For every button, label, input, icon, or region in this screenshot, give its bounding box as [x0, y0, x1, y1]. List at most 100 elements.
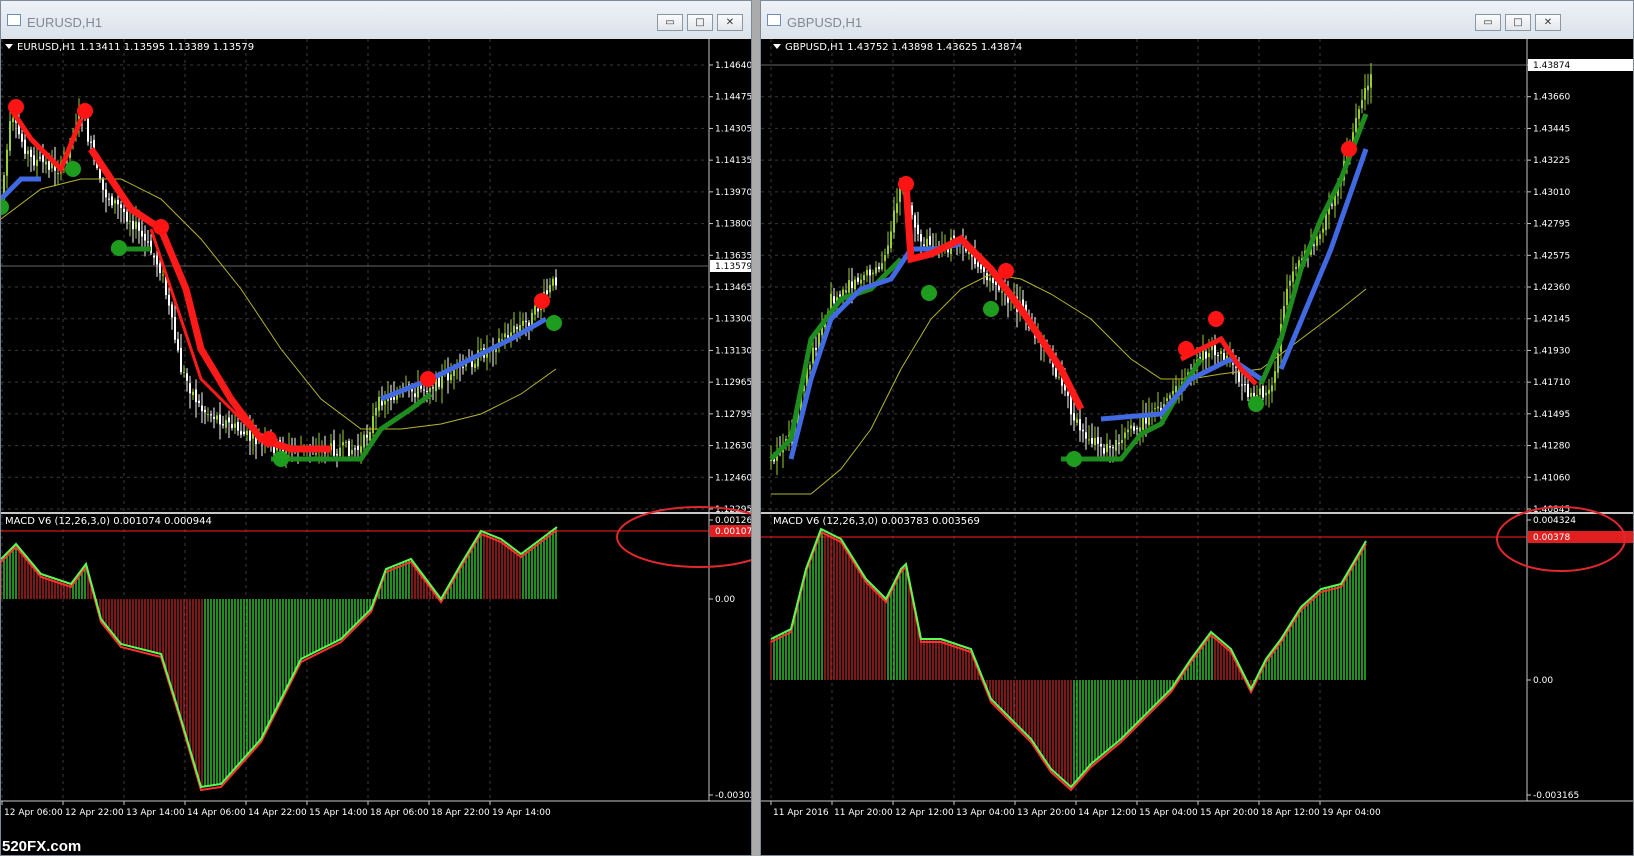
- candle-body: [1220, 351, 1222, 354]
- candle-body: [1265, 392, 1267, 396]
- macd-tick-label: -0.003165: [1533, 791, 1579, 801]
- candle-body: [534, 305, 536, 315]
- macd-info: MACD V6 (12,26,3,0) 0.001074 0.000944: [5, 516, 212, 527]
- candle-body: [1259, 388, 1261, 395]
- price-tick-label: 1.14475: [715, 93, 752, 103]
- time-label: 13 Apr 14:00: [126, 808, 185, 818]
- candle-body: [863, 275, 865, 281]
- candle-body: [1100, 444, 1102, 447]
- minimize-button[interactable]: ▭: [1475, 14, 1501, 31]
- candle-body: [1367, 85, 1369, 91]
- candle-body: [27, 150, 29, 155]
- candle-body: [414, 393, 416, 397]
- candle-body: [875, 267, 877, 274]
- candle-body: [33, 155, 35, 166]
- macd-tick-label: -0.003028: [715, 791, 752, 801]
- candle-body: [153, 255, 155, 258]
- candle-body: [1274, 371, 1276, 384]
- sell-signal-dot: [998, 263, 1014, 279]
- candle-body: [1058, 376, 1060, 378]
- candle-body: [812, 347, 814, 364]
- candle-body: [1130, 425, 1132, 429]
- candle-body: [1067, 391, 1069, 396]
- price-chart-gbpusd[interactable]: 1.43874 1.43660 1.43445 1.43225 1.43010 1.427…: [761, 39, 1634, 856]
- symbol-info: EURUSD,H1 1.13411 1.13595 1.13389 1.1357…: [5, 42, 254, 53]
- macd-tick-label: 0.001269: [715, 516, 752, 526]
- maximize-button[interactable]: □: [687, 14, 713, 31]
- candle-body: [1289, 280, 1291, 286]
- time-label: 13 Apr 20:00: [1017, 808, 1076, 818]
- candle-body: [1319, 234, 1321, 239]
- maximize-button[interactable]: □: [1505, 14, 1531, 31]
- candle-body: [231, 424, 233, 428]
- title-bar[interactable]: GBPUSD,H1 ▭ □ ✕: [761, 1, 1633, 40]
- chart-window-eurusd[interactable]: EURUSD,H1 ▭ □ ✕ 1.14640 1.14475 1.14305 1.1…: [0, 0, 752, 856]
- candle-body: [180, 347, 182, 373]
- candle-body: [1154, 408, 1156, 410]
- sell-signal-dot: [420, 371, 436, 387]
- candle-body: [102, 179, 104, 190]
- candle-body: [369, 432, 371, 441]
- candle-body: [375, 407, 377, 416]
- candle-body: [159, 263, 161, 274]
- time-label: 18 Apr 22:00: [431, 808, 490, 818]
- price-tick-label: 1.13300: [715, 315, 752, 325]
- candle-body: [474, 363, 476, 368]
- candle-body: [815, 347, 817, 350]
- candle-body: [1322, 228, 1324, 233]
- candle-body: [48, 161, 50, 170]
- candle-body: [36, 159, 38, 166]
- candle-body: [30, 149, 32, 157]
- macd-info: MACD V6 (12,26,3,0) 0.003783 0.003569: [773, 516, 980, 527]
- macd-current-label: 0.00107: [715, 527, 752, 537]
- candle-body: [207, 414, 209, 416]
- candle-body: [129, 220, 131, 222]
- candle-body: [201, 405, 203, 412]
- candle-body: [429, 388, 431, 392]
- time-label: 12 Apr 12:00: [895, 808, 954, 818]
- buy-signal-dot: [111, 240, 127, 256]
- candle-body: [519, 324, 521, 332]
- candle-body: [237, 421, 239, 431]
- candle-body: [462, 367, 464, 369]
- price-tick-label: 1.41495: [1533, 410, 1570, 420]
- candle-body: [393, 397, 395, 400]
- price-tick-label: 1.14305: [715, 124, 752, 134]
- candle-body: [522, 320, 524, 326]
- time-label: 14 Apr 12:00: [1078, 808, 1137, 818]
- sell-signal-dot: [898, 176, 914, 192]
- price-chart-eurusd[interactable]: 1.14640 1.14475 1.14305 1.14135 1.13970 1.138…: [1, 39, 752, 856]
- candle-body: [21, 133, 23, 142]
- candle-body: [1268, 389, 1270, 394]
- candle-body: [24, 139, 26, 154]
- price-tick-label: 1.12460: [715, 473, 752, 483]
- candle-body: [441, 375, 443, 389]
- price-tick-label: 1.43010: [1533, 188, 1570, 198]
- candle-body: [90, 141, 92, 143]
- candle-body: [123, 208, 125, 212]
- candle-body: [1217, 354, 1219, 356]
- macd-tick-label: 0.00: [715, 595, 735, 605]
- candle-body: [1112, 447, 1114, 449]
- symbol-header: GBPUSD,H1 1.43752 1.43898 1.43625 1.4387…: [785, 42, 1023, 53]
- title-bar[interactable]: EURUSD,H1 ▭ □ ✕: [1, 1, 751, 40]
- candle-body: [1205, 351, 1207, 359]
- candle-body: [953, 235, 955, 238]
- price-tick-label: 1.42575: [1533, 251, 1570, 261]
- candle-body: [860, 279, 862, 284]
- price-tick-label: 1.13130: [715, 346, 752, 356]
- chart-window-gbpusd[interactable]: GBPUSD,H1 ▭ □ ✕ 1.438741.436601.434451.4…: [760, 0, 1634, 856]
- minimize-button[interactable]: ▭: [657, 14, 683, 31]
- candle-body: [438, 377, 440, 387]
- candle-body: [171, 304, 173, 318]
- price-tick-label: 1.12795: [715, 410, 752, 420]
- candle-body: [186, 373, 188, 381]
- close-button[interactable]: ✕: [1535, 14, 1561, 31]
- candle-body: [345, 442, 347, 444]
- close-button[interactable]: ✕: [717, 14, 743, 31]
- candle-body: [872, 272, 874, 275]
- buy-signal-dot: [273, 451, 289, 467]
- window-title: GBPUSD,H1: [787, 15, 863, 30]
- candle-body: [450, 374, 452, 381]
- candle-body: [1262, 386, 1264, 398]
